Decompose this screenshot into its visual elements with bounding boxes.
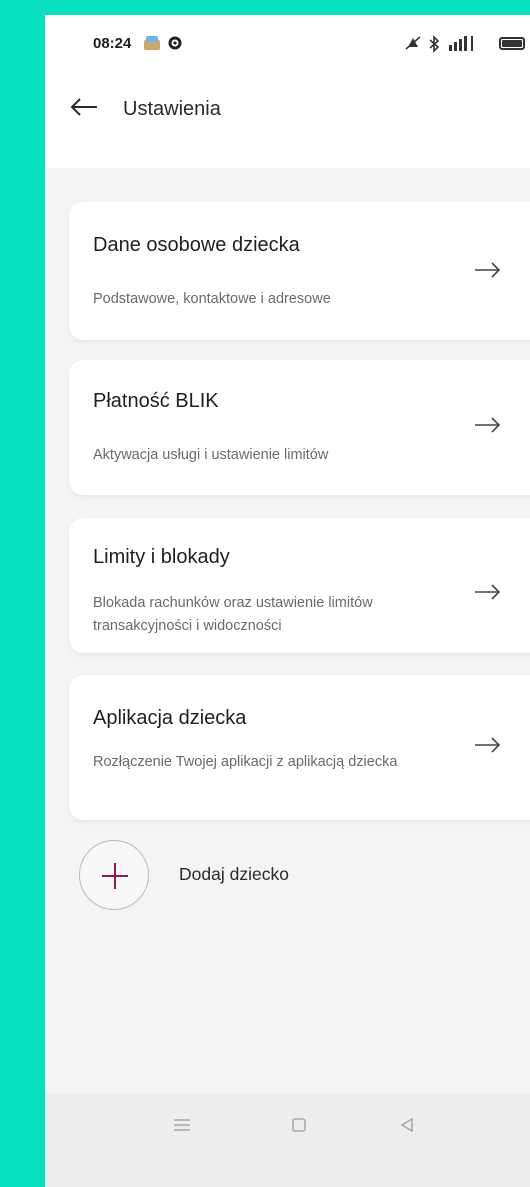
arrow-right-icon <box>473 735 503 760</box>
card-title: Limity i blokady <box>93 546 230 568</box>
card-title: Aplikacja dziecka <box>93 707 247 729</box>
system-nav-bar <box>45 1093 530 1187</box>
status-time: 08:24 <box>93 35 132 52</box>
plus-icon <box>102 863 128 889</box>
page-title: Ustawienia <box>123 98 221 120</box>
card-blik-payment[interactable]: Płatność BLIK Aktywacja usługi i ustawie… <box>69 360 530 495</box>
mute-vibrate-icon <box>404 35 422 54</box>
arrow-right-icon <box>473 415 503 440</box>
card-subtitle: Rozłączenie Twojej aplikacji z aplikacją… <box>93 754 398 770</box>
phone-screen: 08:24 Ustawienia Dane osobowe dziecka Po… <box>45 15 530 1187</box>
card-subtitle: Blokada rachunków oraz ustawienie limitó… <box>93 595 373 634</box>
card-child-app[interactable]: Aplikacja dziecka Rozłączenie Twojej apl… <box>69 675 530 820</box>
card-limits-blocks[interactable]: Limity i blokady Blokada rachunków oraz … <box>69 518 530 653</box>
card-child-personal-data[interactable]: Dane osobowe dziecka Podstawowe, kontakt… <box>69 202 530 340</box>
add-circle[interactable] <box>79 840 149 910</box>
card-title: Dane osobowe dziecka <box>93 234 300 256</box>
battery-icon <box>499 37 525 50</box>
card-subtitle: Aktywacja usługi i ustawienie limitów <box>93 447 329 463</box>
back-icon[interactable] <box>399 1117 415 1138</box>
back-arrow-icon[interactable] <box>69 94 99 124</box>
add-child-label: Dodaj dziecko <box>179 864 289 884</box>
card-subtitle: Podstawowe, kontaktowe i adresowe <box>93 291 331 307</box>
notification-app-icon <box>143 35 161 54</box>
app-header: Ustawienia <box>45 85 530 135</box>
add-child-button[interactable]: Dodaj dziecko <box>79 840 379 910</box>
signal-icon <box>447 35 481 56</box>
home-icon[interactable] <box>291 1117 307 1138</box>
settings-gear-icon <box>167 35 183 54</box>
card-title: Płatność BLIK <box>93 390 219 412</box>
status-bar: 08:24 <box>45 15 530 75</box>
arrow-right-icon <box>473 582 503 607</box>
arrow-right-icon <box>473 260 503 285</box>
bluetooth-icon <box>428 35 440 56</box>
menu-icon[interactable] <box>173 1117 191 1138</box>
